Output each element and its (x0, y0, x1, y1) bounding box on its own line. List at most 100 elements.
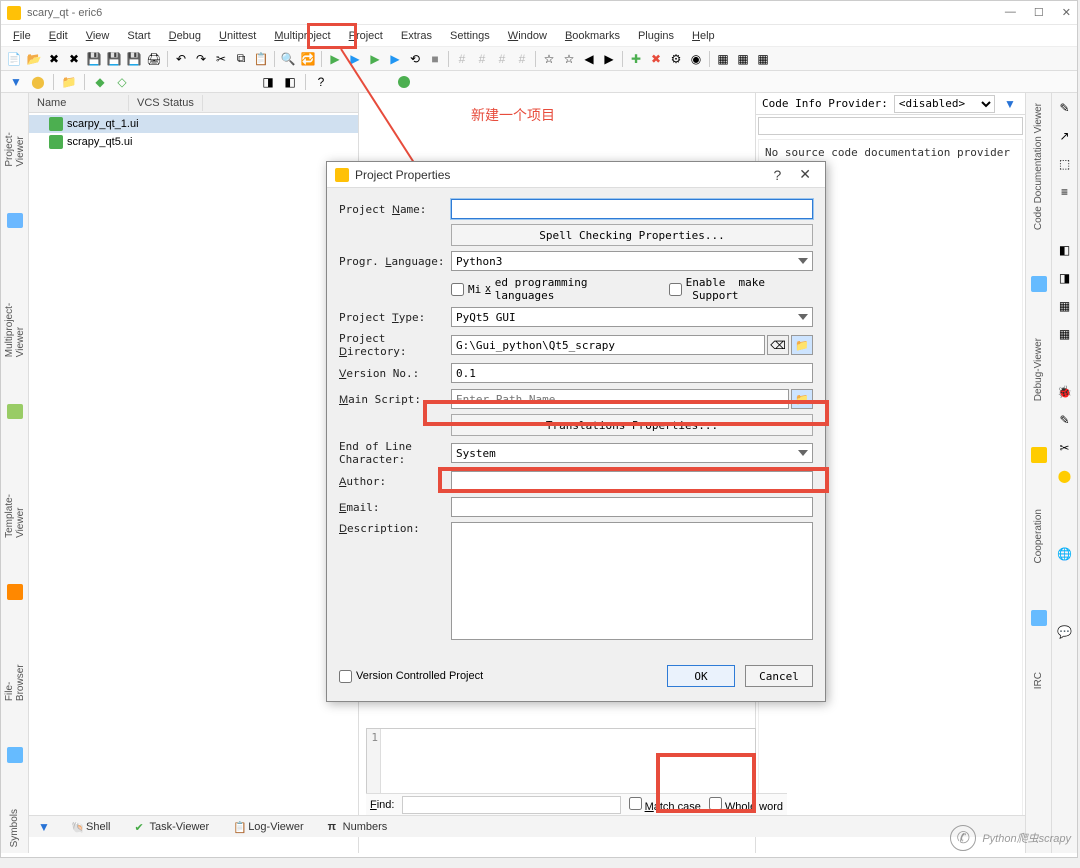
eol-select[interactable]: System (451, 443, 813, 463)
rail-icon-r2[interactable] (1031, 447, 1047, 463)
tab-file-browser[interactable]: File-Browser (4, 640, 26, 707)
col-name[interactable]: Name (29, 95, 129, 111)
tb-misc3-icon[interactable]: ▦ (754, 50, 772, 68)
tb-closeall-icon[interactable]: ✖ (65, 50, 83, 68)
tb-extra3-icon[interactable]: # (493, 50, 511, 68)
tools1-icon[interactable]: ◨ (259, 73, 277, 91)
tab-task-viewer[interactable]: ✔Task-Viewer (128, 819, 215, 835)
tb-bookmark-icon[interactable]: ☆ (540, 50, 558, 68)
version-input[interactable] (451, 363, 813, 383)
tb-extra2-icon[interactable]: # (473, 50, 491, 68)
col-vcs[interactable]: VCS Status (129, 95, 203, 111)
menu-file[interactable]: File (5, 28, 39, 44)
tb-run-icon[interactable]: ▶ (326, 50, 344, 68)
menu-extras[interactable]: Extras (393, 28, 440, 44)
lang-select[interactable]: Python3 (451, 251, 813, 271)
tb-extra4-icon[interactable]: # (513, 50, 531, 68)
rail-icon-1[interactable] (7, 213, 23, 229)
dir-input[interactable] (451, 335, 765, 355)
description-textarea[interactable] (451, 522, 813, 640)
find-input[interactable] (402, 796, 620, 814)
rr-tool3-icon[interactable]: ⬚ (1056, 155, 1074, 173)
translations-button[interactable]: Translations Properties... (451, 414, 813, 436)
rail-icon-3[interactable] (7, 584, 23, 600)
main-script-input[interactable] (451, 389, 789, 409)
rail-icon-2[interactable] (7, 404, 23, 420)
rr-tool4-icon[interactable]: ≡ (1056, 183, 1074, 201)
version-controlled-check[interactable]: Version Controlled Project (339, 670, 483, 683)
proj-icon[interactable]: 📁 (60, 73, 78, 91)
python-icon[interactable]: ⬤ (29, 73, 47, 91)
tb-cut-icon[interactable]: ✂ (212, 50, 230, 68)
qt-icon[interactable]: ◆ (91, 73, 109, 91)
tb-plugin-del-icon[interactable]: ✖ (647, 50, 665, 68)
tb-stop-icon[interactable]: ■ (426, 50, 444, 68)
tab-irc[interactable]: IRC (1033, 666, 1044, 695)
browse-dir-icon[interactable]: 📁 (791, 335, 813, 355)
tb-undo-icon[interactable]: ↶ (172, 50, 190, 68)
tab-multiproject-viewer[interactable]: Multiproject-Viewer (4, 268, 26, 363)
rail-icon-r1[interactable] (1031, 276, 1047, 292)
menu-multiproject[interactable]: Multiproject (266, 28, 338, 44)
bottom-toggle-icon[interactable]: ▼ (35, 818, 53, 836)
clear-dir-icon[interactable]: ⌫ (767, 335, 789, 355)
tree-item[interactable]: scarpy_qt_1.ui (29, 115, 358, 133)
tb-debugscript-icon[interactable]: ▶ (386, 50, 404, 68)
tb-search-icon[interactable]: 🔍 (279, 50, 297, 68)
tb-close-icon[interactable]: ✖ (45, 50, 63, 68)
menu-start[interactable]: Start (119, 28, 158, 44)
menu-view[interactable]: View (78, 28, 118, 44)
tab-template-viewer[interactable]: Template-Viewer (4, 459, 26, 544)
menu-project[interactable]: Project (341, 28, 391, 44)
cancel-button[interactable]: Cancel (745, 665, 813, 687)
rr-tool8-icon[interactable]: ▦ (1056, 325, 1074, 343)
tb-plugin-add-icon[interactable]: ✚ (627, 50, 645, 68)
match-case-check[interactable]: Match case (629, 797, 701, 813)
dialog-close-button[interactable]: ✕ (793, 166, 817, 183)
tb-copy-icon[interactable]: ⧉ (232, 50, 250, 68)
whole-word-check[interactable]: Whole word (709, 797, 783, 813)
tb-misc1-icon[interactable]: ▦ (714, 50, 732, 68)
menu-settings[interactable]: Settings (442, 28, 498, 44)
menu-window[interactable]: Window (500, 28, 555, 44)
menu-edit[interactable]: Edit (41, 28, 76, 44)
tab-numbers[interactable]: πNumbers (322, 819, 394, 835)
tab-shell[interactable]: 🐚Shell (65, 819, 116, 835)
tb-plugin-cfg-icon[interactable]: ⚙ (667, 50, 685, 68)
tb-redo-icon[interactable]: ↷ (192, 50, 210, 68)
project-name-input[interactable] (451, 199, 813, 219)
maximize-button[interactable]: ☐ (1034, 6, 1044, 19)
tb-debug-icon[interactable]: ▶ (346, 50, 364, 68)
tb-saveas-icon[interactable]: 💾 (105, 50, 123, 68)
tb-bookmarknext-icon[interactable]: ▶ (600, 50, 618, 68)
tb-extra1-icon[interactable]: # (453, 50, 471, 68)
rr-chat-icon[interactable]: 💬 (1056, 623, 1074, 641)
tab-code-doc[interactable]: Code Documentation Viewer (1033, 97, 1044, 236)
tb-bookmark2-icon[interactable]: ☆ (560, 50, 578, 68)
ok-button[interactable]: OK (667, 665, 735, 687)
tab-cooperation[interactable]: Cooperation (1033, 503, 1044, 569)
tb-saveall-icon[interactable]: 💾 (125, 50, 143, 68)
code-info-select[interactable]: <disabled> (894, 95, 995, 113)
rr-tool7-icon[interactable]: ▦ (1056, 297, 1074, 315)
author-input[interactable] (451, 471, 813, 491)
rr-tool1-icon[interactable]: ✎ (1056, 99, 1074, 117)
tools2-icon[interactable]: ◧ (281, 73, 299, 91)
tb-restart-icon[interactable]: ⟲ (406, 50, 424, 68)
filter-icon[interactable]: ▼ (1001, 95, 1019, 113)
tab-debug-viewer[interactable]: Debug-Viewer (1033, 332, 1044, 407)
close-button[interactable]: ✕ (1062, 6, 1071, 19)
tb-open-icon[interactable]: 📂 (25, 50, 43, 68)
spell-check-button[interactable]: Spell Checking Properties... (451, 224, 813, 246)
mixed-lang-check[interactable]: Mixed programming languages (451, 276, 639, 302)
tb-runscript-icon[interactable]: ▶ (366, 50, 384, 68)
enable-make-check[interactable]: Enable make Support (669, 276, 813, 302)
filter-icon[interactable]: ▼ (7, 73, 25, 91)
rr-tool6-icon[interactable]: ◨ (1056, 269, 1074, 287)
tb-replace-icon[interactable]: 🔁 (299, 50, 317, 68)
rr-tool2-icon[interactable]: ↗ (1056, 127, 1074, 145)
tb-save-icon[interactable]: 💾 (85, 50, 103, 68)
rr-tool5-icon[interactable]: ◧ (1056, 241, 1074, 259)
browse-main-icon[interactable]: 📁 (791, 389, 813, 409)
type-select[interactable]: PyQt5 GUI (451, 307, 813, 327)
